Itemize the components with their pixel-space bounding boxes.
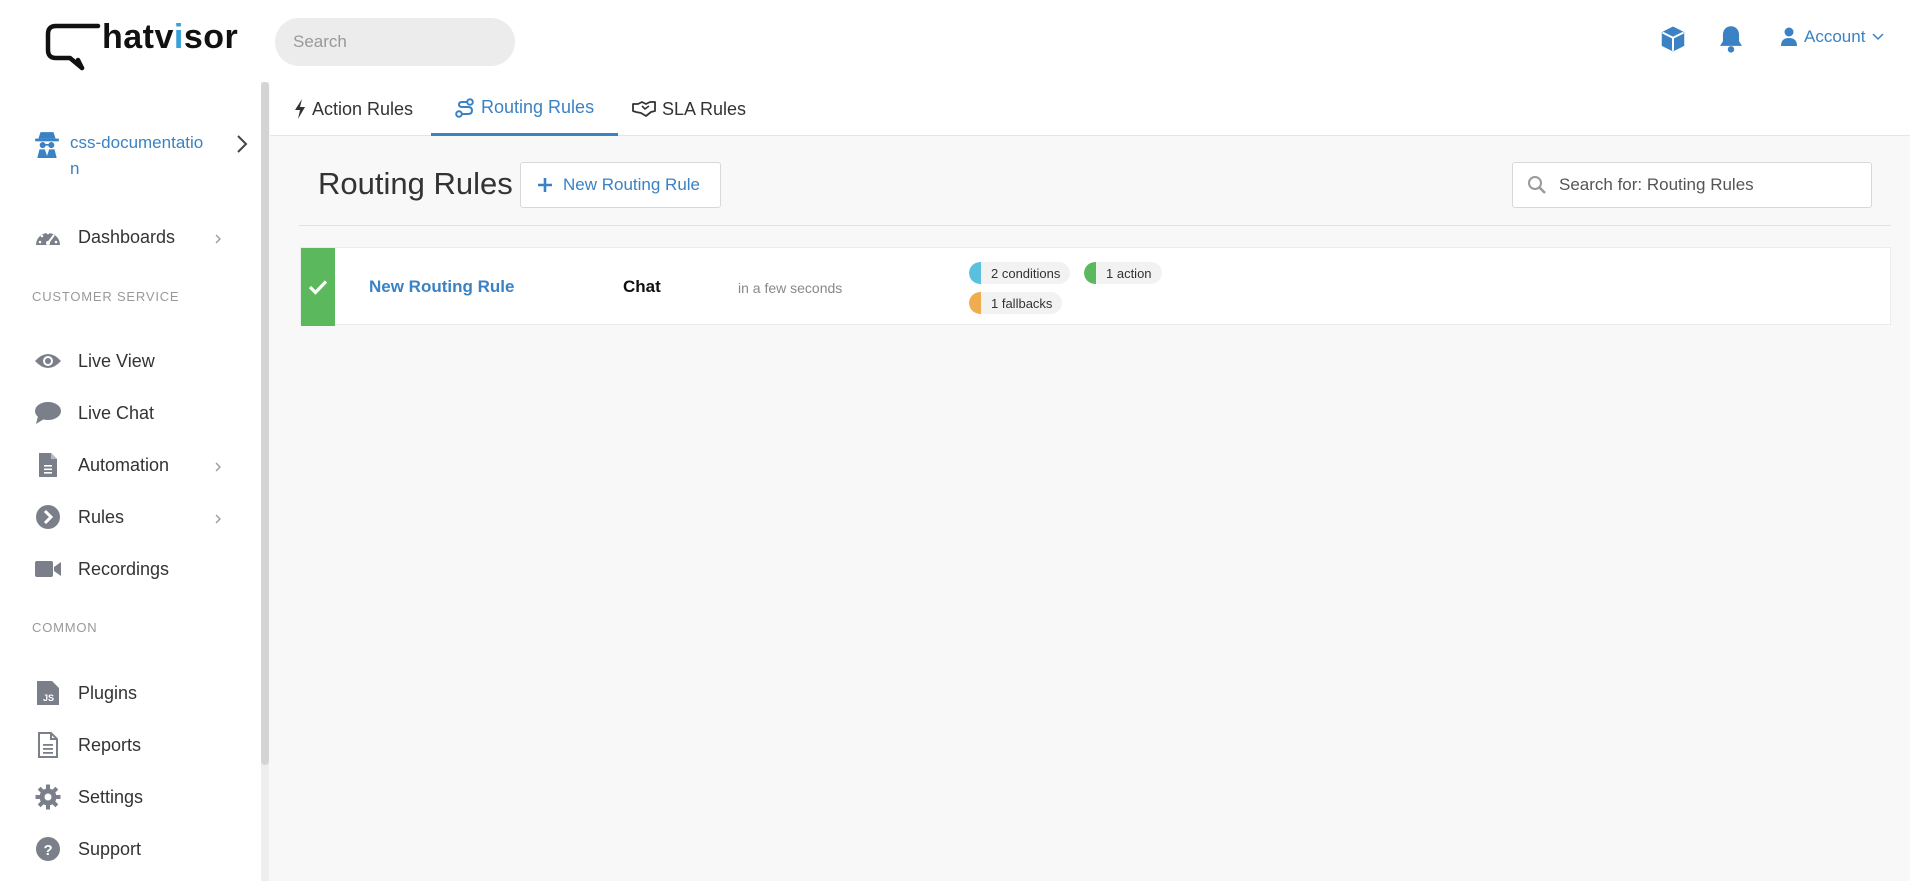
spy-icon <box>35 132 59 158</box>
sidebar-item-support[interactable]: ? Support <box>34 834 141 864</box>
cube-icon[interactable] <box>1658 24 1688 59</box>
gauge-icon <box>34 223 62 251</box>
badge-actions: 1 action <box>1084 262 1162 284</box>
sidebar-item-plugins[interactable]: JS Plugins <box>34 678 137 708</box>
badge-label: 2 conditions <box>991 265 1061 281</box>
document-icon <box>34 451 62 479</box>
sidebar-item-label: Live View <box>78 350 155 371</box>
badge-dot <box>969 292 981 314</box>
tab-sla-rules[interactable]: SLA Rules <box>608 82 770 136</box>
org-switcher[interactable]: css-documentation <box>34 130 234 182</box>
video-camera-icon <box>34 555 62 583</box>
sidebar: css-documentation Dashboards CUSTOMER SE… <box>0 82 269 881</box>
sidebar-item-label: Rules <box>78 506 125 527</box>
rule-status-active[interactable] <box>301 248 335 326</box>
tab-label: Action Rules <box>312 98 414 119</box>
badge-dot <box>1084 262 1096 284</box>
section-label-common: COMMON <box>32 620 98 635</box>
badge-fallbacks: 1 fallbacks <box>969 292 1063 314</box>
new-routing-rule-button[interactable]: New Routing Rule <box>520 162 721 208</box>
gear-icon <box>34 783 62 811</box>
chevron-right-icon <box>214 460 222 478</box>
badge-label: 1 fallbacks <box>991 295 1053 311</box>
js-file-icon: JS <box>34 679 62 707</box>
sidebar-item-label: Plugins <box>78 682 138 703</box>
handshake-icon <box>632 101 656 117</box>
global-search-input[interactable] <box>275 18 515 66</box>
sidebar-item-dashboards[interactable]: Dashboards <box>34 222 175 252</box>
chevron-right-icon <box>214 512 222 530</box>
report-icon <box>34 731 62 759</box>
sidebar-item-rules[interactable]: Rules <box>34 502 124 532</box>
chevron-down-icon <box>1872 33 1884 41</box>
checkmark-icon <box>308 280 328 295</box>
rule-row[interactable]: New Routing Rule Chat in a few seconds 2… <box>300 247 1891 326</box>
account-label: Account <box>1804 27 1866 46</box>
badge-dot <box>969 262 981 284</box>
question-circle-icon: ? <box>34 835 62 863</box>
sidebar-item-label: Support <box>78 838 142 859</box>
svg-text:JS: JS <box>43 693 54 703</box>
badge-label: 1 action <box>1106 265 1152 281</box>
sidebar-item-label: Recordings <box>78 558 170 579</box>
chevron-right-icon <box>214 232 222 250</box>
sidebar-item-live-view[interactable]: Live View <box>34 346 155 376</box>
tab-routing-rules[interactable]: Routing Rules <box>431 82 619 136</box>
eye-icon <box>34 347 62 375</box>
sidebar-scrollbar[interactable] <box>261 82 269 765</box>
logo-text: hatvisor <box>102 18 239 56</box>
tab-action-rules[interactable]: Action Rules <box>270 82 437 136</box>
new-routing-rule-label: New Routing Rule <box>563 175 701 194</box>
search-icon <box>1528 176 1546 194</box>
rule-name-link[interactable]: New Routing Rule <box>369 277 514 297</box>
chatvisor-logo[interactable]: hatvisor <box>44 18 238 71</box>
tab-label: SLA Rules <box>662 98 747 119</box>
logo-speech-bubble-icon <box>45 23 101 71</box>
sidebar-item-label: Dashboards <box>78 226 176 247</box>
chat-bubble-icon <box>34 399 62 427</box>
rules-search-input[interactable] <box>1559 163 1859 207</box>
sidebar-item-automation[interactable]: Automation <box>34 450 169 480</box>
rules-tab-bar: Action Rules Routing Rules SLA Rules <box>270 82 1910 136</box>
sidebar-item-settings[interactable]: Settings <box>34 782 143 812</box>
divider <box>299 225 1891 226</box>
sidebar-item-reports[interactable]: Reports <box>34 730 141 760</box>
rule-channel: Chat <box>623 277 661 296</box>
chevron-right-icon[interactable] <box>236 134 248 159</box>
account-menu[interactable]: Account <box>1780 27 1885 47</box>
sidebar-item-label: Reports <box>78 734 142 755</box>
bolt-icon <box>295 99 305 119</box>
sidebar-item-label: Settings <box>78 786 144 807</box>
plus-icon <box>538 178 552 192</box>
rules-search-box[interactable] <box>1512 162 1872 208</box>
page-title: Routing Rules <box>318 166 513 201</box>
top-bar: hatvisor Account <box>0 0 1910 82</box>
tab-label: Routing Rules <box>481 97 595 117</box>
svg-text:?: ? <box>44 842 53 859</box>
route-icon <box>455 97 474 118</box>
org-name: css-documentation <box>70 133 204 178</box>
chevron-circle-icon <box>34 503 62 531</box>
sidebar-item-live-chat[interactable]: Live Chat <box>34 398 154 428</box>
sidebar-item-label: Automation <box>78 454 170 475</box>
bell-icon[interactable] <box>1717 24 1745 59</box>
rule-timestamp: in a few seconds <box>738 280 843 296</box>
section-label-customer-service: CUSTOMER SERVICE <box>32 289 180 304</box>
sidebar-item-recordings[interactable]: Recordings <box>34 554 169 584</box>
badge-conditions: 2 conditions <box>969 262 1071 284</box>
user-icon <box>1781 27 1797 46</box>
sidebar-item-label: Live Chat <box>78 402 155 423</box>
